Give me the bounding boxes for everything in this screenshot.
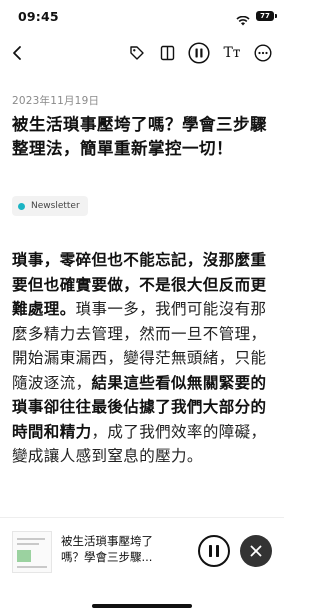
home-indicator xyxy=(92,604,192,608)
reader-mode-button[interactable] xyxy=(156,38,178,68)
wifi-icon xyxy=(236,11,250,30)
tag-icon xyxy=(130,46,144,60)
article-toolbar: Tт xyxy=(0,38,284,68)
now-playing-bar[interactable]: 被生活瑣事壓垮了 嗎？學會三步驟... xyxy=(0,517,284,587)
pause-icon xyxy=(209,545,219,557)
status-time: 09:45 xyxy=(18,9,59,24)
article-thumbnail xyxy=(12,531,52,573)
player-title-line-2: 嗎？學會三步驟... xyxy=(61,550,153,564)
back-button[interactable] xyxy=(6,38,28,68)
tag-label: Newsletter xyxy=(31,201,80,211)
player-title: 被生活瑣事壓垮了 嗎？學會三步驟... xyxy=(61,533,181,565)
book-icon xyxy=(160,45,174,61)
article-date: 2023年11月19日 xyxy=(12,95,100,107)
more-icon xyxy=(254,44,272,62)
pause-circle-icon xyxy=(188,42,210,64)
article-title: 被生活瑣事壓垮了嗎？學會三步驟整理法，簡單重新掌控一切！ xyxy=(12,115,267,158)
tag-button[interactable] xyxy=(126,38,148,68)
player-title-line-1: 被生活瑣事壓垮了 xyxy=(61,534,153,548)
article-body: 瑣事，零碎但也不能忘記，沒那麼重要但也確實要做，不是很大但反而更難處理。瑣事一多… xyxy=(12,248,274,469)
status-bar: 09:45 77 xyxy=(0,0,284,34)
player-pause-button[interactable] xyxy=(198,535,230,567)
tag-chip[interactable]: Newsletter xyxy=(12,196,88,216)
more-button[interactable] xyxy=(251,38,275,68)
pause-button[interactable] xyxy=(186,38,212,68)
tag-color-dot xyxy=(18,202,25,210)
close-icon xyxy=(250,545,262,557)
font-size-button[interactable]: Tт xyxy=(220,38,244,68)
player-close-button[interactable] xyxy=(240,535,272,567)
chevron-left-icon xyxy=(13,46,21,60)
battery-icon: 77 xyxy=(256,11,277,21)
